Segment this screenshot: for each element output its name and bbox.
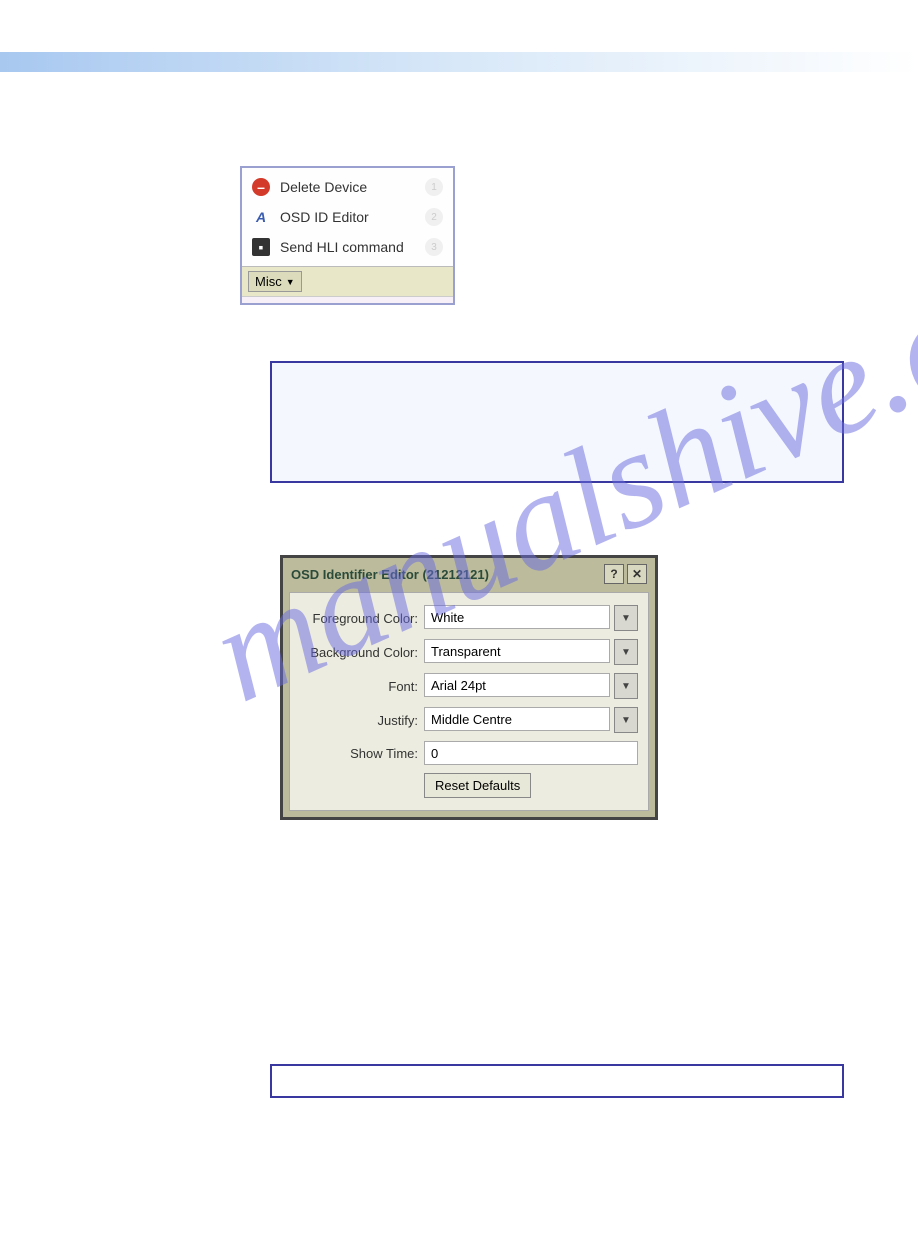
foreground-color-select[interactable]: White: [424, 605, 610, 629]
reset-defaults-button[interactable]: Reset Defaults: [424, 773, 531, 798]
osd-identifier-editor-dialog: OSD Identifier Editor (21212121) ? ✕ For…: [280, 555, 658, 820]
dropdown-triangle-icon: ▼: [286, 277, 295, 287]
field-label: Font:: [300, 679, 424, 694]
font-select[interactable]: Arial 24pt: [424, 673, 610, 697]
field-label: Background Color:: [300, 645, 424, 660]
field-font: Font: Arial 24pt ▼: [300, 673, 638, 699]
justify-select[interactable]: Middle Centre: [424, 707, 610, 731]
dropdown-icon[interactable]: ▼: [614, 707, 638, 733]
show-time-input[interactable]: 0: [424, 741, 638, 765]
menu-list: – Delete Device 1 A OSD ID Editor 2 ▪ Se…: [242, 168, 453, 266]
dropdown-icon[interactable]: ▼: [614, 639, 638, 665]
misc-dropdown-button[interactable]: Misc ▼: [248, 271, 302, 292]
info-note-box: [270, 361, 844, 483]
select-value: Middle Centre: [431, 712, 512, 727]
menu-item-osd-editor[interactable]: A OSD ID Editor 2: [242, 202, 453, 232]
menu-item-label: Delete Device: [280, 179, 367, 195]
field-background-color: Background Color: Transparent ▼: [300, 639, 638, 665]
menu-item-label: OSD ID Editor: [280, 209, 369, 225]
input-value: 0: [431, 746, 438, 761]
help-button[interactable]: ?: [604, 564, 624, 584]
dialog-title-text: OSD Identifier Editor (21212121): [291, 567, 601, 582]
delete-icon: –: [252, 178, 270, 196]
osd-editor-icon: A: [252, 208, 270, 226]
dialog-body: Foreground Color: White ▼ Background Col…: [289, 592, 649, 811]
select-value: Transparent: [431, 644, 501, 659]
menu-item-marker: 3: [425, 238, 443, 256]
misc-button-label: Misc: [255, 274, 282, 289]
terminal-icon: ▪: [252, 238, 270, 256]
misc-menu-screenshot: – Delete Device 1 A OSD ID Editor 2 ▪ Se…: [240, 166, 455, 305]
menu-footer: Misc ▼: [242, 266, 453, 296]
menu-item-send-hli[interactable]: ▪ Send HLI command 3: [242, 232, 453, 262]
select-value: Arial 24pt: [431, 678, 486, 693]
close-button[interactable]: ✕: [627, 564, 647, 584]
field-justify: Justify: Middle Centre ▼: [300, 707, 638, 733]
dropdown-icon[interactable]: ▼: [614, 605, 638, 631]
select-value: White: [431, 610, 464, 625]
field-show-time: Show Time: 0: [300, 741, 638, 765]
dropdown-icon[interactable]: ▼: [614, 673, 638, 699]
field-label: Justify:: [300, 713, 424, 728]
menu-item-label: Send HLI command: [280, 239, 404, 255]
field-label: Show Time:: [300, 746, 424, 761]
background-color-select[interactable]: Transparent: [424, 639, 610, 663]
menu-item-delete-device[interactable]: – Delete Device 1: [242, 172, 453, 202]
field-label: Foreground Color:: [300, 611, 424, 626]
info-note-box-2: [270, 1064, 844, 1098]
menu-item-marker: 2: [425, 208, 443, 226]
menu-item-marker: 1: [425, 178, 443, 196]
menu-footer-strip: [242, 296, 453, 303]
header-gradient-band: [0, 52, 918, 72]
dialog-title-bar: OSD Identifier Editor (21212121) ? ✕: [283, 558, 655, 590]
field-foreground-color: Foreground Color: White ▼: [300, 605, 638, 631]
